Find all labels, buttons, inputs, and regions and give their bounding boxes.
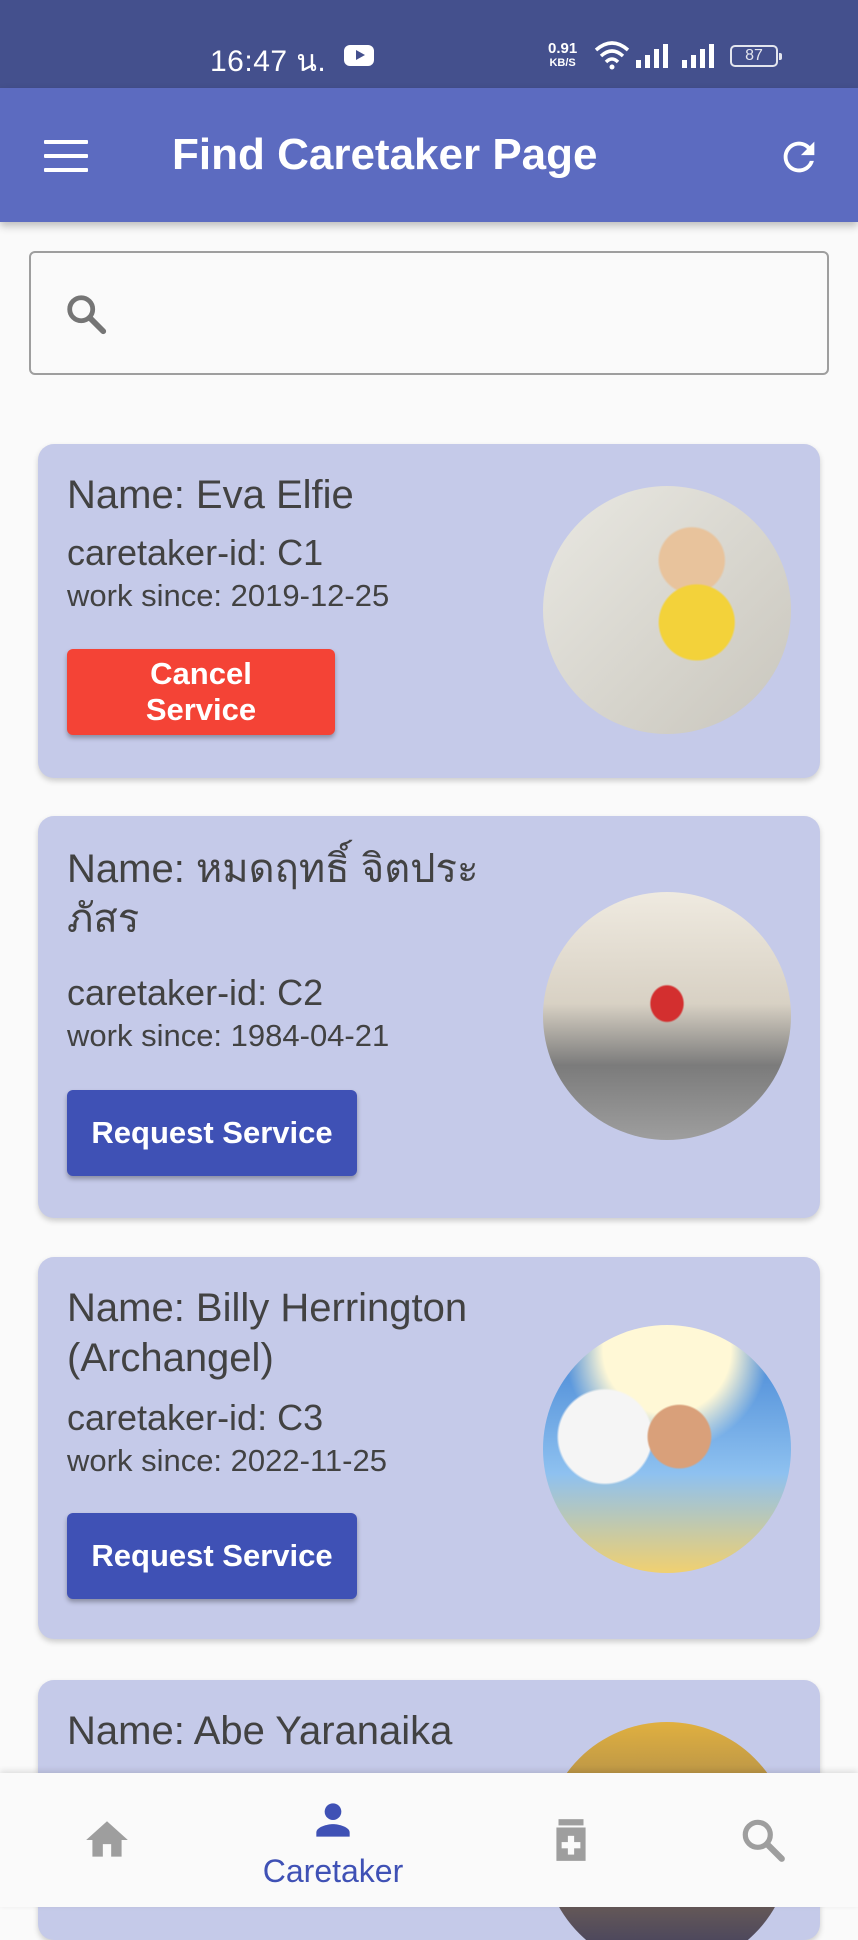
signal-icon <box>636 44 668 68</box>
home-icon <box>86 1821 128 1857</box>
caretaker-name: Name: Billy Herrington (Archangel) <box>67 1286 468 1380</box>
caretaker-name: Name: Eva Elfie <box>67 473 354 517</box>
wifi-icon <box>594 41 630 70</box>
menu-icon[interactable] <box>44 140 88 172</box>
person-icon <box>316 1803 350 1837</box>
battery-level: 87 <box>745 47 763 64</box>
status-time: 16:47 น. <box>210 45 327 78</box>
youtube-icon <box>344 45 374 66</box>
network-speed-unit: KB/S <box>549 57 576 69</box>
caretaker-work-since: work since: 1984-04-21 <box>67 1018 390 1053</box>
caretaker-card: Name: Billy Herrington (Archangel) caret… <box>38 1257 820 1639</box>
search-input[interactable] <box>131 283 795 345</box>
request-service-button[interactable]: Request Service <box>67 1513 357 1599</box>
network-speed: 0.91 KB/S <box>548 40 578 70</box>
caretaker-avatar <box>543 1325 791 1573</box>
app-bar: Find Caretaker Page <box>0 88 858 222</box>
network-speed-value: 0.91 <box>548 40 578 57</box>
caretaker-id: caretaker-id: C3 <box>67 1397 324 1438</box>
refresh-icon[interactable] <box>776 134 822 180</box>
page-title: Find Caretaker Page <box>172 130 598 179</box>
bottom-navigation: Caretaker <box>0 1773 858 1907</box>
nav-caretaker[interactable]: Caretaker <box>226 1773 440 1907</box>
caretaker-id: caretaker-id: C1 <box>67 532 324 573</box>
caretaker-card: Name: หมดฤทธิ์ จิตประภัสร caretaker-id: … <box>38 816 820 1218</box>
nav-home[interactable] <box>0 1773 214 1907</box>
caretaker-work-since: work since: 2019-12-25 <box>67 578 390 613</box>
signal-icon-2 <box>682 44 714 68</box>
caretaker-name: Name: หมดฤทธิ์ จิตประภัสร <box>67 847 479 941</box>
nav-search[interactable] <box>656 1773 858 1907</box>
nav-caretaker-label: Caretaker <box>262 1853 404 1889</box>
nav-medicine[interactable] <box>464 1773 678 1907</box>
battery-icon: 87 <box>730 45 782 67</box>
caretaker-card: Name: Eva Elfie caretaker-id: C1 work si… <box>38 444 820 778</box>
search-icon <box>67 295 107 335</box>
caretaker-avatar <box>543 892 791 1140</box>
caretaker-id: caretaker-id: C2 <box>67 972 324 1013</box>
caretaker-avatar <box>543 486 791 734</box>
request-service-button[interactable]: Request Service <box>67 1090 357 1176</box>
search-box[interactable] <box>29 251 829 375</box>
caretaker-work-since: work since: 2022-11-25 <box>67 1443 387 1478</box>
status-bar: 16:47 น. 0.91 KB/S 87 <box>0 0 858 88</box>
medicine-icon <box>556 1819 586 1861</box>
search-icon <box>742 1819 785 1862</box>
caretaker-name: Name: Abe Yaranaika <box>67 1709 453 1753</box>
cancel-service-button[interactable]: Cancel Service <box>67 649 335 735</box>
